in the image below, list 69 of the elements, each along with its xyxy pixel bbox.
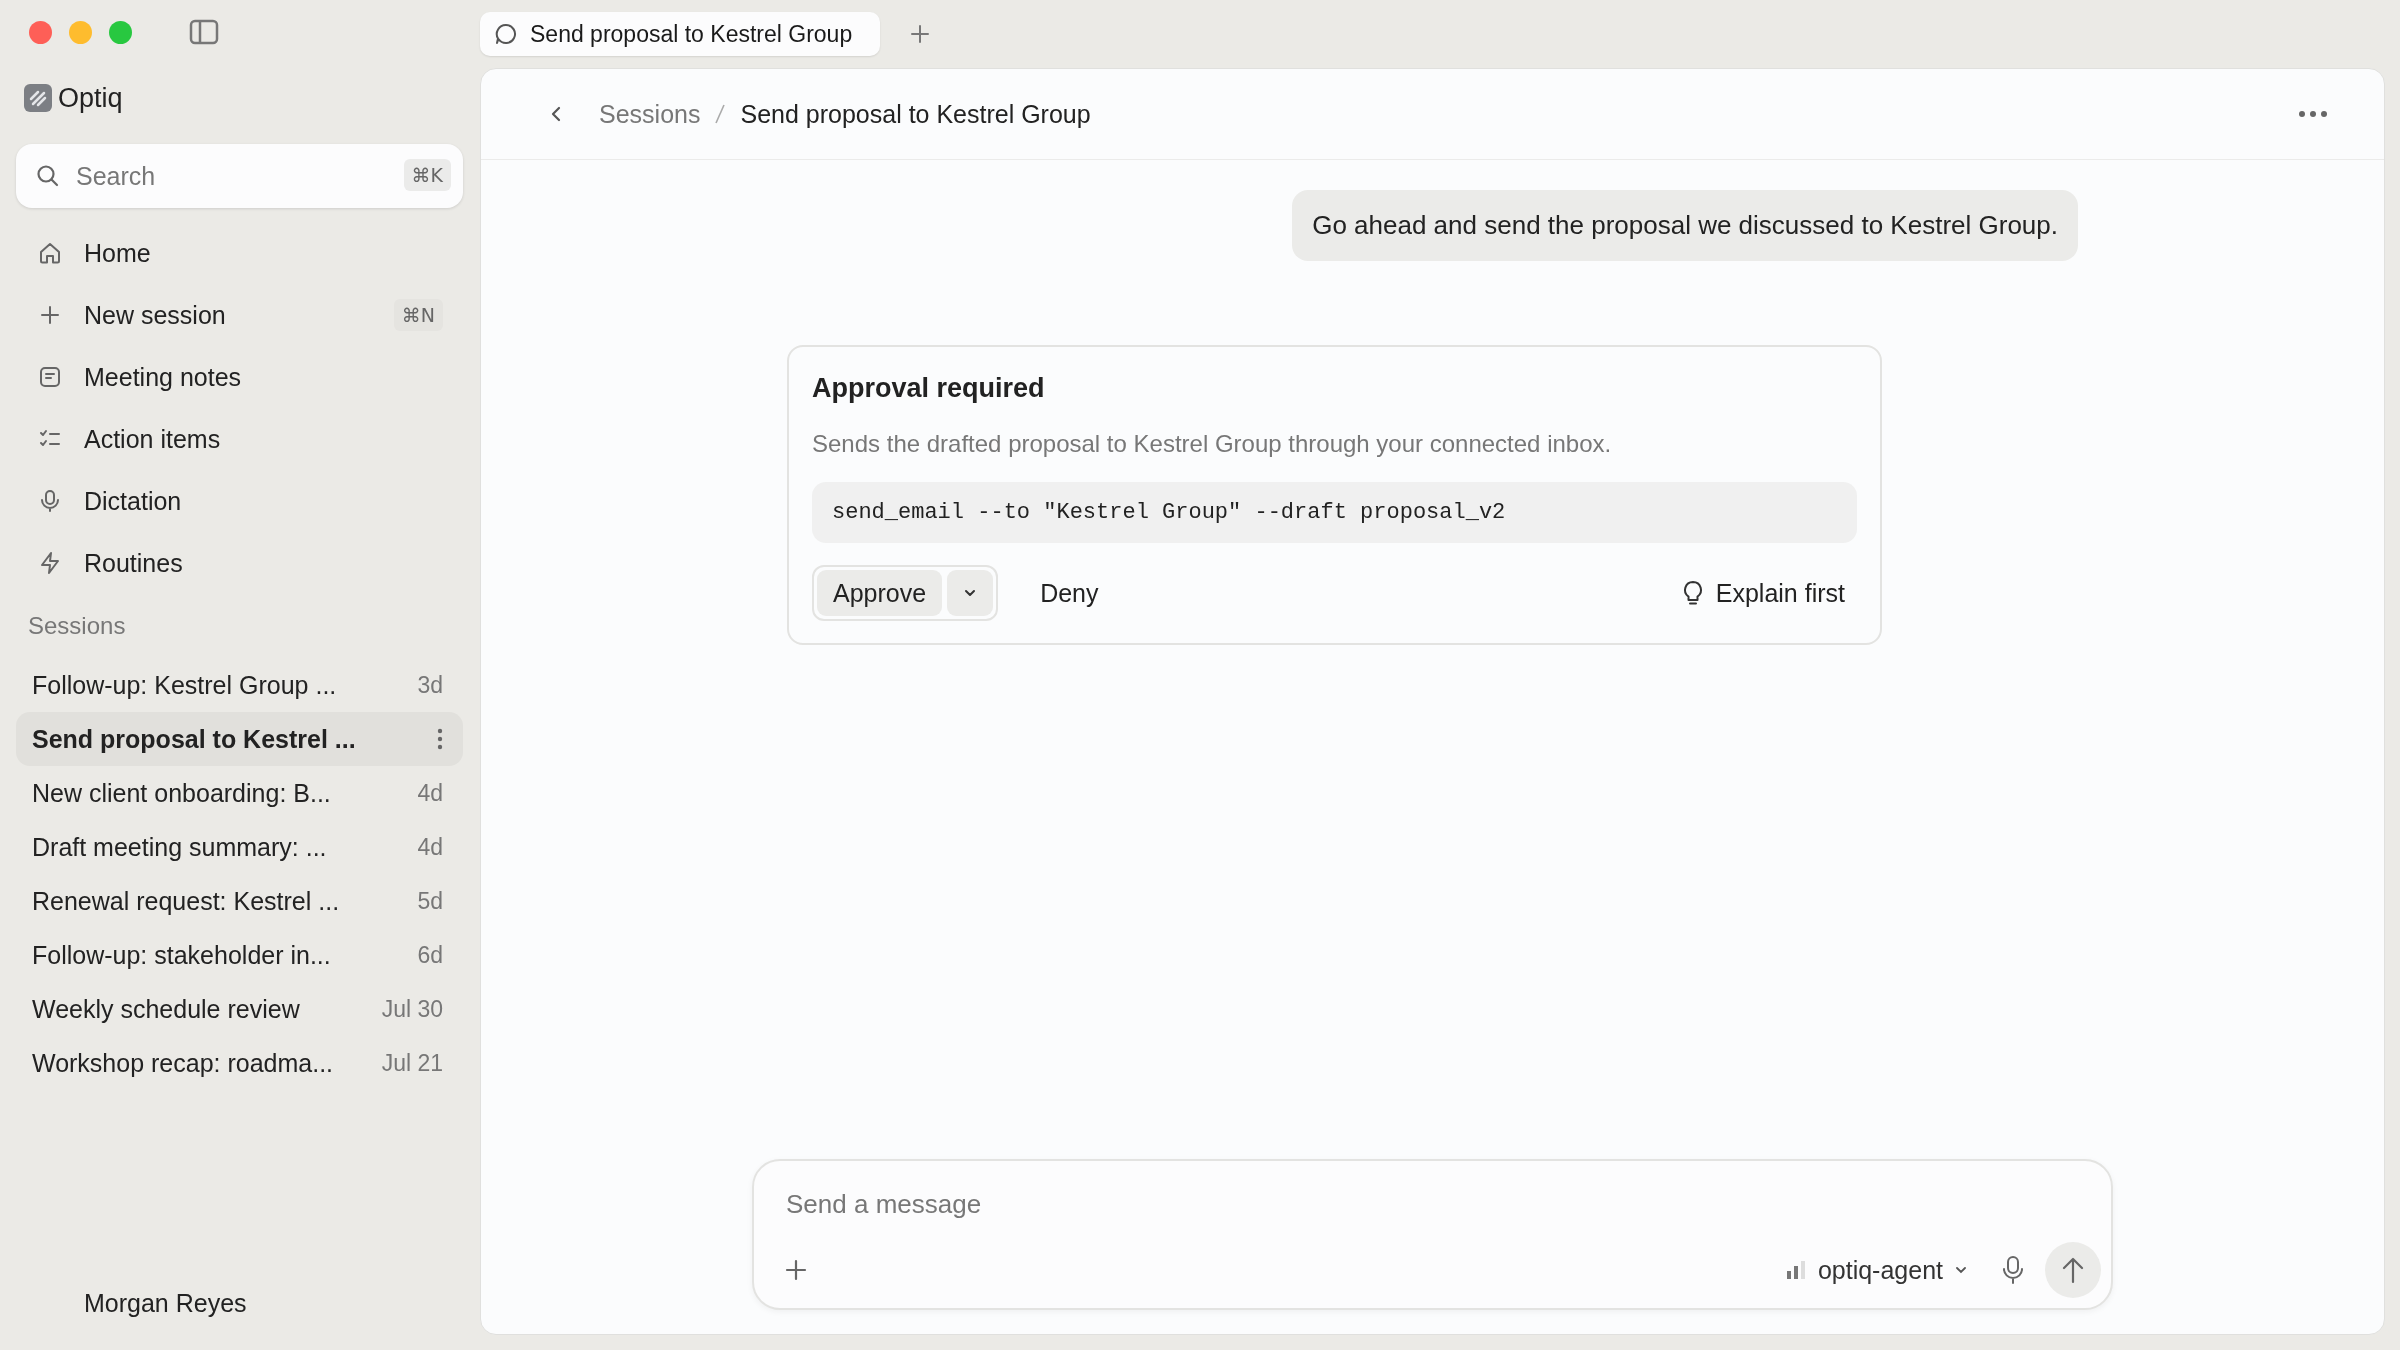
microphone-icon[interactable] [2001, 1255, 2025, 1285]
session-item[interactable]: Draft meeting summary: ... 4d [16, 820, 463, 874]
session-time: Jul 21 [381, 1049, 443, 1077]
chevron-down-icon [1955, 1266, 1967, 1274]
command-code: send_email --to "Kestrel Group" --draft proposal_v2 [812, 482, 1857, 543]
session-item[interactable]: Follow-up: stakeholder in... 6d [16, 928, 463, 982]
lightbulb-icon [1681, 580, 1704, 606]
breadcrumb-link[interactable]: Sessions [599, 99, 701, 129]
session-item[interactable]: Send proposal to Kestrel ... [16, 712, 463, 766]
session-item[interactable]: New client onboarding: B... 4d [16, 766, 463, 820]
session-item[interactable]: Follow-up: Kestrel Group ... 3d [16, 658, 463, 712]
nav-item[interactable]: Routines [16, 532, 463, 594]
close-window-button[interactable] [29, 20, 52, 44]
session-title: Renewal request: Kestrel ... [32, 886, 340, 916]
session-time: 4d [417, 833, 443, 861]
session-time: 6d [417, 941, 443, 969]
chat-bubble-icon [494, 22, 518, 46]
approve-button[interactable]: Approve [817, 570, 943, 616]
plus-icon [38, 303, 62, 327]
note-icon [38, 365, 62, 389]
nav-item[interactable]: Action items [16, 408, 463, 470]
nav-item[interactable]: Home [16, 222, 463, 284]
session-time: 5d [417, 887, 443, 915]
session-time: 3d [417, 671, 443, 699]
session-title: Draft meeting summary: ... [32, 832, 327, 862]
attach-plus-icon[interactable] [784, 1258, 808, 1282]
caret-icon [963, 588, 978, 598]
nav-item[interactable]: Dictation [16, 470, 463, 532]
card-description: Sends the drafted proposal to Kestrel Group through your connected inbox. [812, 430, 1613, 458]
search-icon [36, 164, 60, 188]
lightning-icon [38, 551, 62, 575]
sidebar-toggle-icon[interactable] [189, 19, 219, 45]
separator-icon [714, 103, 727, 125]
breadcrumb-current: Send proposal to Kestrel Group [740, 99, 1091, 129]
card-title: Approval required [812, 373, 1046, 404]
send-button[interactable] [2045, 1242, 2101, 1298]
session-title: New client onboarding: B... [32, 778, 331, 808]
deny-button[interactable]: Deny [1028, 572, 1111, 614]
session-title: Follow-up: stakeholder in... [32, 940, 331, 970]
new-tab-icon[interactable] [910, 24, 931, 44]
more-icon[interactable] [2298, 110, 2328, 118]
session-title: Workshop recap: roadma... [32, 1048, 334, 1078]
session-time: Jul 30 [381, 995, 443, 1023]
nav-item[interactable]: Meeting notes [16, 346, 463, 408]
section-heading: Sessions [28, 612, 127, 640]
user-message: Go ahead and send the proposal we discussed to Kestrel Group. [1292, 190, 2078, 261]
more-icon[interactable] [437, 727, 443, 751]
microphone-icon [38, 489, 62, 513]
message-input[interactable]: Send a message [784, 1189, 2101, 1220]
home-icon [38, 241, 62, 265]
tab[interactable]: Send proposal to Kestrel Group [480, 12, 881, 56]
app-name: Optiq [58, 82, 123, 114]
explain-first-button[interactable]: Explain first [1669, 572, 1857, 614]
session-title: Send proposal to Kestrel ... [32, 724, 356, 754]
logo-icon [24, 84, 52, 112]
shortcut-hint: ⌘N [393, 299, 443, 331]
session-item[interactable]: Workshop recap: roadma... Jul 21 [16, 1036, 463, 1090]
nav-item[interactable]: New session ⌘N [16, 284, 463, 346]
user-name[interactable]: Morgan Reyes [16, 1289, 463, 1318]
session-item[interactable]: Weekly schedule review Jul 30 [16, 982, 463, 1036]
back-icon[interactable] [549, 105, 563, 123]
signal-bars-icon [1785, 1260, 1806, 1280]
model-selector[interactable]: optiq-agent [1779, 1254, 1973, 1286]
session-time: 4d [417, 779, 443, 807]
shortcut-hint: ⌘K [403, 159, 451, 191]
session-title: Weekly schedule review [32, 994, 300, 1024]
arrow-up-icon [2061, 1256, 2085, 1284]
session-title: Follow-up: Kestrel Group ... [32, 670, 337, 700]
session-item[interactable]: Renewal request: Kestrel ... 5d [16, 874, 463, 928]
